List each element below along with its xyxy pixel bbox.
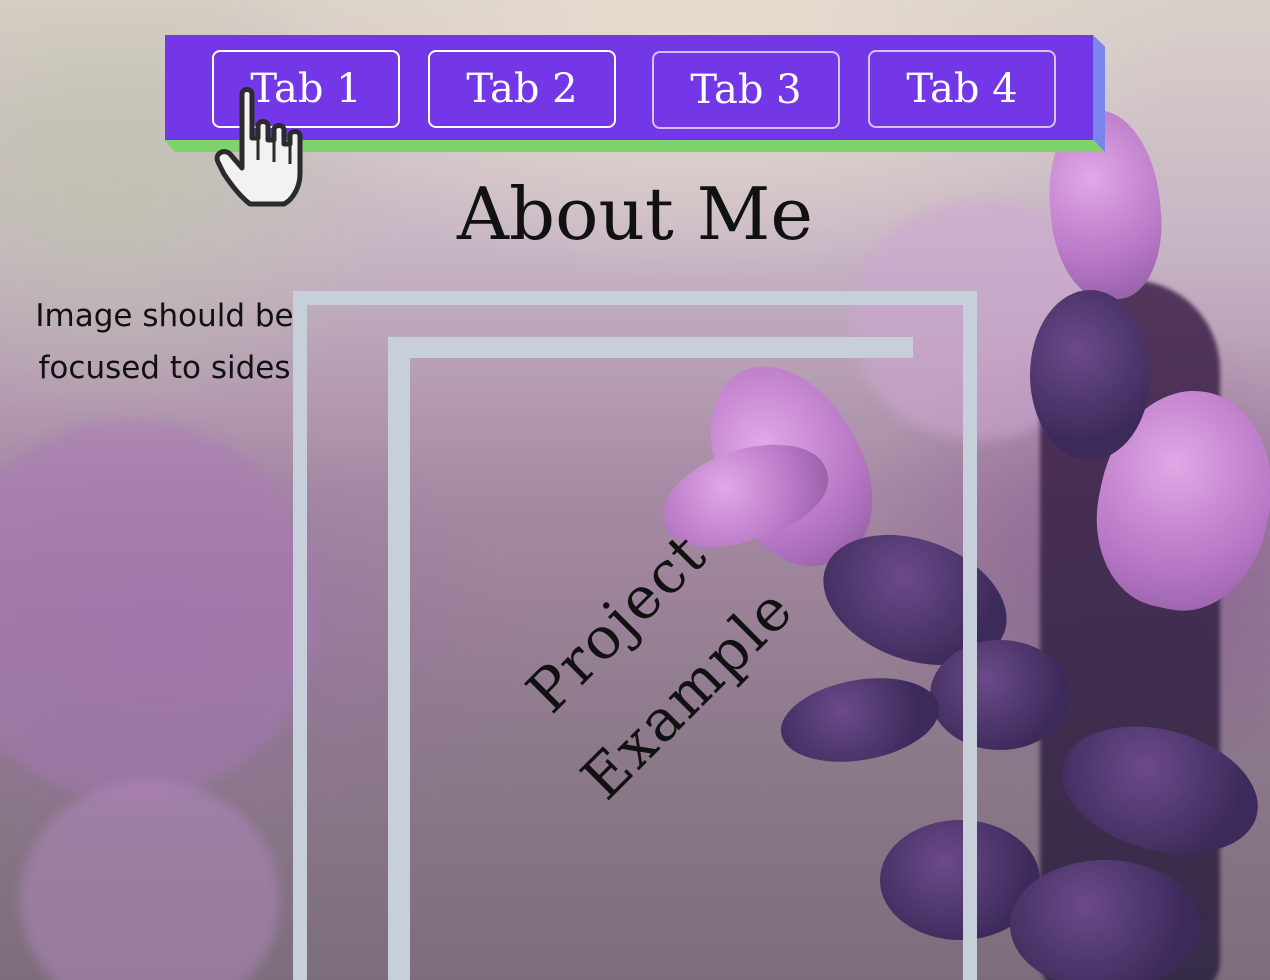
page-title: About Me — [457, 172, 813, 256]
outer-frame-top — [293, 291, 977, 305]
design-note-line-2: focused to sides — [38, 350, 291, 386]
tab-3[interactable]: Tab 3 — [652, 51, 840, 129]
bokeh-blur — [0, 420, 320, 800]
flower-bud — [774, 666, 946, 774]
nav-edge-right — [1093, 35, 1105, 152]
design-note-line-1: Image should be — [35, 298, 294, 334]
inner-frame-left — [388, 337, 410, 980]
outer-frame-left — [293, 291, 307, 980]
tab-2[interactable]: Tab 2 — [428, 50, 616, 128]
bokeh-blur — [20, 780, 280, 980]
flower-bud — [1010, 860, 1200, 980]
flower-bud — [1030, 290, 1150, 460]
flower-bud — [930, 640, 1070, 750]
inner-frame-top — [388, 337, 913, 358]
design-note: Image should be focused to sides — [12, 290, 317, 394]
tab-4[interactable]: Tab 4 — [868, 50, 1056, 128]
outer-frame-right — [963, 291, 977, 980]
